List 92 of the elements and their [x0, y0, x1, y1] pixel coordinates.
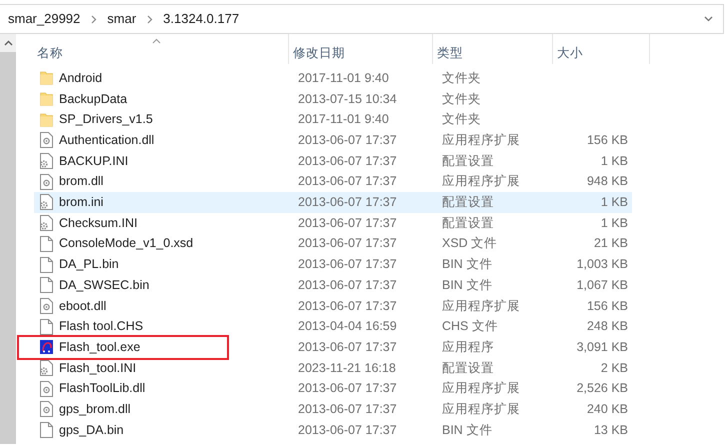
scroll-up-icon[interactable] — [4, 40, 12, 46]
file-name: brom.dll — [59, 173, 104, 190]
file-type: 文件夹 — [442, 111, 482, 128]
file-name: Android — [59, 70, 102, 87]
file-size: 240 KB — [586, 402, 628, 416]
file-size: 3,091 KB — [576, 340, 628, 354]
breadcrumb-item[interactable]: 3.1324.0.177 — [163, 9, 240, 29]
file-type: 文件夹 — [442, 70, 482, 87]
modified-date: 2013-07-15 10:34 — [298, 90, 398, 108]
file-type: 配置设置 — [442, 152, 495, 170]
modified-date: 2013-06-07 17:37 — [298, 422, 398, 439]
file-name: Authentication.dll — [59, 132, 154, 150]
file-name: Flash_tool.exe — [59, 338, 140, 356]
file-name: DA_PL.bin — [59, 256, 119, 274]
blank-file-icon — [40, 236, 53, 252]
file-row[interactable]: brom.ini 2013-06-07 17:37 配置设置 1 KB — [34, 192, 632, 213]
modified-date: 2013-06-07 17:37 — [298, 152, 398, 170]
file-name: SP_Drivers_v1.5 — [59, 111, 153, 128]
file-size: 2 KB — [600, 360, 628, 375]
file-size: 156 KB — [586, 133, 628, 148]
blank-file-icon — [40, 277, 53, 294]
file-size: 1 KB — [600, 195, 628, 210]
modified-date: 2013-06-07 17:37 — [298, 338, 398, 356]
address-bar[interactable]: smar_29992 smar 3.1324.0.177 — [0, 4, 724, 34]
column-header[interactable]: 名称 — [37, 44, 63, 63]
modified-date: 2013-04-04 16:59 — [298, 318, 398, 336]
dropdown-chevron-icon[interactable] — [704, 16, 713, 22]
file-size: 1 KB — [600, 154, 628, 168]
file-size: 1,067 KB — [576, 278, 628, 292]
file-type: BIN 文件 — [442, 256, 494, 274]
modified-date: 2017-11-01 9:40 — [298, 70, 390, 87]
breadcrumb-item[interactable]: smar — [107, 9, 136, 29]
file-name: Flash_tool.INI — [59, 360, 136, 377]
file-size: 248 KB — [586, 319, 628, 334]
folder-icon — [40, 112, 53, 128]
file-name: BACKUP.INI — [59, 152, 128, 170]
sort-caret-icon — [152, 38, 161, 44]
modified-date: 2013-06-07 17:37 — [298, 235, 398, 252]
modified-date: 2017-11-01 9:40 — [298, 111, 390, 128]
modified-date: 2023-11-21 16:18 — [298, 360, 397, 377]
folder-icon — [40, 70, 53, 86]
column-header[interactable]: 大小 — [557, 44, 583, 63]
file-size: 2,526 KB — [576, 381, 628, 396]
file-name: Flash tool.CHS — [59, 318, 144, 336]
file-name: brom.ini — [59, 194, 104, 212]
file-type: CHS 文件 — [442, 318, 499, 336]
modified-date: 2013-06-07 17:37 — [298, 132, 398, 150]
file-name: FlashToolLib.dll — [59, 380, 146, 398]
file-type: 应用程序扩展 — [442, 132, 521, 150]
modified-date: 2013-06-07 17:37 — [298, 276, 398, 294]
chevron-icon — [146, 14, 154, 24]
file-size: 1,003 KB — [576, 257, 628, 272]
modified-date: 2013-06-07 17:37 — [298, 194, 398, 212]
file-size: 156 KB — [586, 298, 628, 313]
file-type: BIN 文件 — [442, 276, 494, 294]
file-type: 配置设置 — [442, 360, 495, 377]
file-type: 文件夹 — [442, 90, 482, 108]
breadcrumb-item[interactable]: smar_29992 — [8, 9, 80, 29]
modified-date: 2013-06-07 17:37 — [298, 256, 398, 274]
modified-date: 2013-06-07 17:37 — [298, 400, 398, 418]
file-size: 21 KB — [594, 236, 628, 250]
file-name: BackupData — [59, 90, 128, 108]
file-type: BIN 文件 — [442, 422, 494, 439]
file-type: 配置设置 — [442, 194, 495, 212]
file-type: 应用程序扩展 — [442, 173, 521, 190]
file-name: eboot.dll — [59, 298, 106, 315]
file-type: 应用程序扩展 — [442, 400, 521, 418]
file-type: XSD 文件 — [442, 235, 498, 252]
folder-icon — [40, 91, 53, 108]
modified-date: 2013-06-07 17:37 — [298, 380, 398, 398]
modified-date: 2013-06-07 17:37 — [298, 173, 398, 190]
chevron-icon — [90, 14, 98, 24]
blank-file-icon — [40, 256, 53, 273]
file-type: 配置设置 — [442, 214, 495, 232]
file-size: 948 KB — [586, 174, 628, 188]
file-type: 应用程序 — [442, 338, 495, 356]
app-icon — [40, 339, 53, 356]
blank-file-icon — [40, 422, 53, 438]
file-size: 13 KB — [594, 422, 628, 437]
file-size: 1 KB — [600, 216, 628, 230]
file-type: 应用程序扩展 — [442, 380, 521, 398]
file-type: 应用程序扩展 — [442, 298, 521, 315]
column-header[interactable]: 修改日期 — [293, 44, 345, 63]
column-header[interactable]: 类型 — [437, 44, 463, 63]
file-name: DA_SWSEC.bin — [59, 276, 150, 294]
modified-date: 2013-06-07 17:37 — [298, 214, 398, 232]
file-name: ConsoleMode_v1_0.xsd — [59, 235, 194, 252]
blank-file-icon — [40, 318, 53, 335]
file-name: gps_brom.dll — [59, 400, 131, 418]
file-name: Checksum.INI — [59, 214, 138, 232]
file-name: gps_DA.bin — [59, 422, 124, 439]
modified-date: 2013-06-07 17:37 — [298, 298, 398, 315]
